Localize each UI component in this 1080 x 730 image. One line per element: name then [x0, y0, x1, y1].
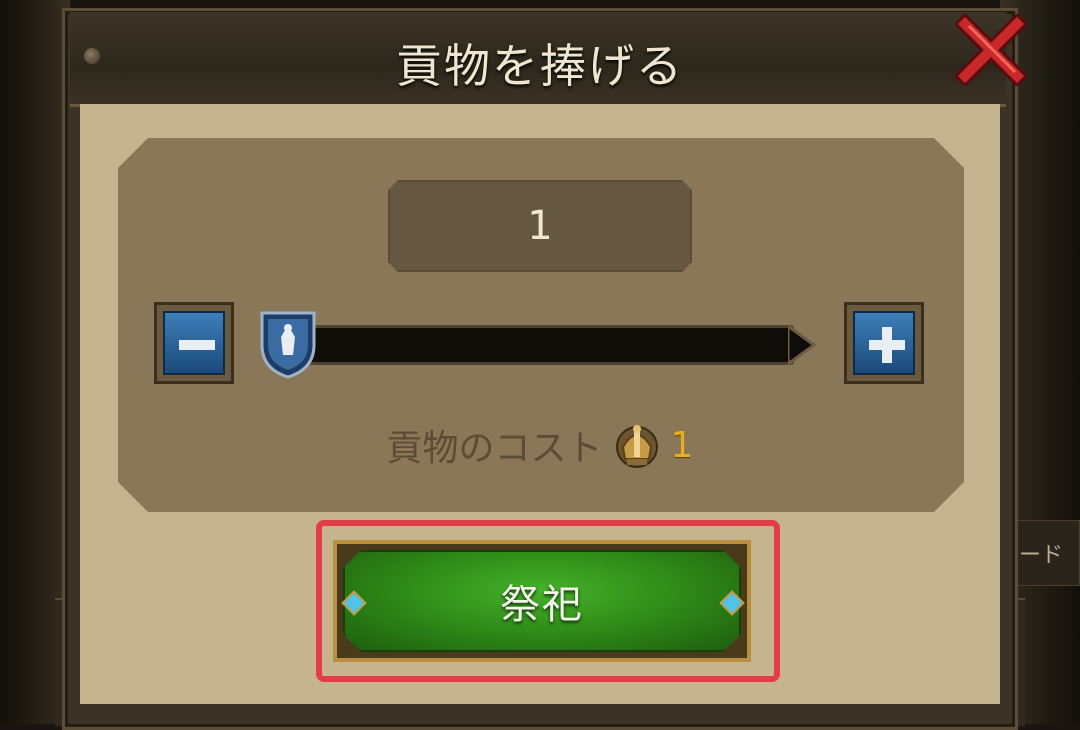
quantity-slider[interactable] [276, 325, 794, 365]
background-side-tab[interactable]: ード [1012, 520, 1080, 586]
slider-end-arrow-icon [788, 324, 817, 366]
background-side-tab-label: ード [1019, 543, 1064, 568]
decrease-button-face [163, 311, 225, 375]
sacrifice-button-label: 祭祀 [500, 582, 584, 628]
decrease-button[interactable] [154, 302, 234, 384]
slider-handle-shield-icon[interactable] [258, 307, 318, 379]
minus-icon [179, 340, 215, 350]
tribute-helmet-icon [615, 425, 658, 468]
plus-icon [869, 327, 905, 363]
tribute-cost-row: 貢物のコスト 1 [0, 420, 1080, 470]
tribute-cost-label: 貢物のコスト [386, 428, 603, 469]
increase-button[interactable] [844, 302, 924, 384]
tribute-cost-value: 1 [670, 424, 694, 466]
increase-button-face [853, 311, 915, 375]
close-button[interactable] [953, 12, 1029, 88]
close-x-icon [953, 12, 1029, 88]
dialog-title: 貢物を捧げる [396, 39, 684, 93]
quantity-value: 1 [527, 203, 553, 249]
sacrifice-button[interactable]: 祭祀 [333, 540, 751, 662]
quantity-value-display: 1 [388, 180, 692, 272]
